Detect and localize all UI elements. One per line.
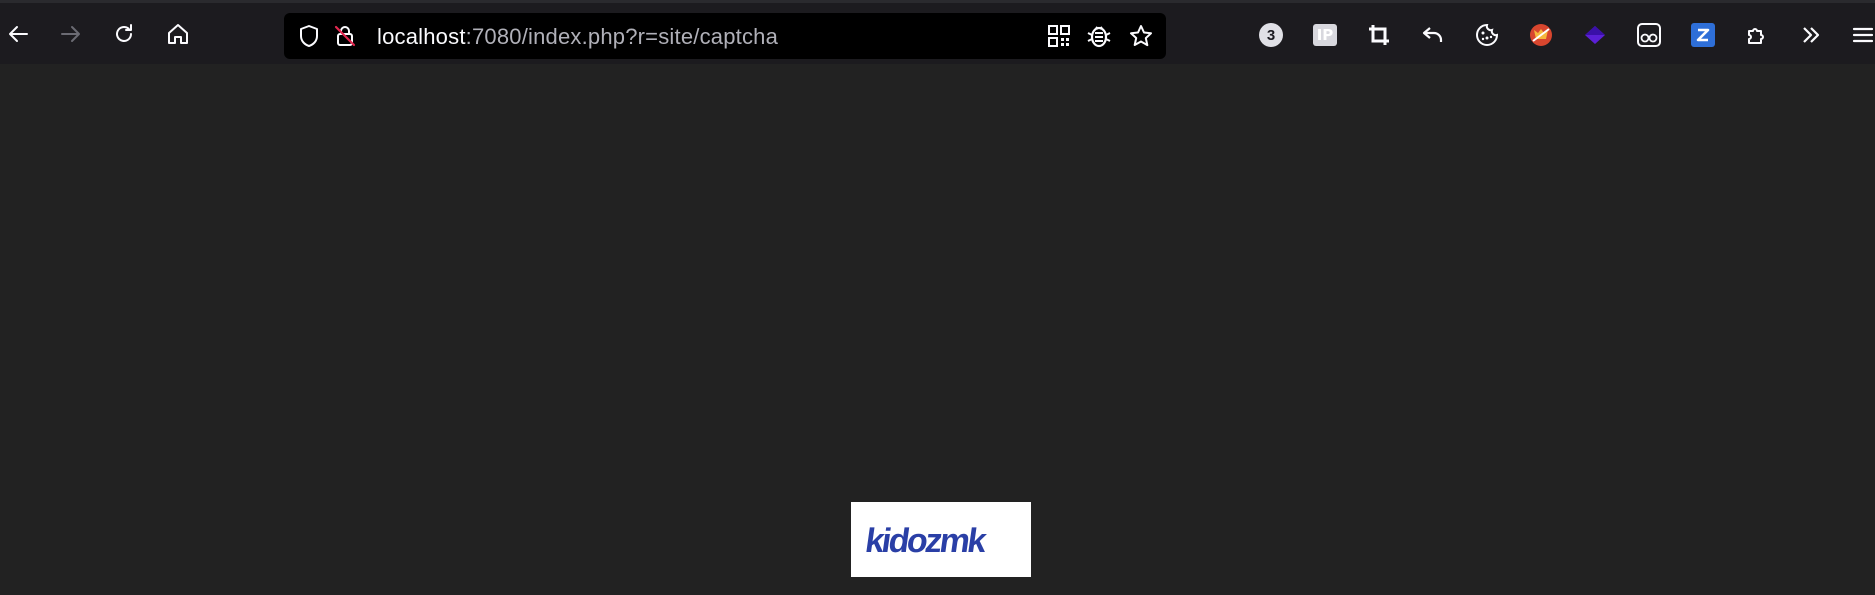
captcha-image[interactable]: kidozmk: [851, 502, 1031, 577]
overflow-chevron-icon[interactable]: [1795, 19, 1827, 51]
shield-icon[interactable]: [296, 23, 322, 49]
puzzle-icon[interactable]: [1741, 19, 1773, 51]
captcha-text-graphic: kidozmk: [863, 522, 990, 560]
reload-icon: [116, 24, 132, 42]
captcha-text: kidozmk: [863, 522, 990, 560]
home-button[interactable]: [161, 17, 195, 51]
forward-button[interactable]: [54, 17, 88, 51]
bug-icon[interactable]: [1086, 23, 1112, 49]
zotero-icon[interactable]: [1687, 19, 1719, 51]
arrow-left-icon: [9, 26, 28, 42]
badge-count: 3: [1259, 23, 1283, 47]
fox-icon[interactable]: [1525, 19, 1557, 51]
cookie-icon[interactable]: [1471, 19, 1503, 51]
back-button[interactable]: [1, 17, 35, 51]
crop-icon[interactable]: [1363, 19, 1395, 51]
ip-label: IP: [1313, 24, 1337, 46]
hamburger-menu-icon[interactable]: [1847, 19, 1875, 51]
insecure-lock-icon[interactable]: [332, 23, 358, 49]
arrow-right-icon: [61, 26, 80, 42]
home-icon: [168, 24, 188, 44]
diamond-icon[interactable]: [1579, 19, 1611, 51]
url-host: localhost: [377, 24, 466, 49]
browser-toolbar: localhost:7080/index.php?r=site/captcha: [0, 0, 1875, 64]
reload-button[interactable]: [107, 17, 141, 51]
undo-icon[interactable]: [1417, 19, 1449, 51]
qr-code-icon[interactable]: [1046, 23, 1072, 49]
star-icon[interactable]: [1128, 23, 1154, 49]
glasses-icon[interactable]: [1633, 19, 1665, 51]
url-path: :7080/index.php?r=site/captcha: [465, 24, 779, 49]
badge-3-icon[interactable]: 3: [1255, 19, 1287, 51]
ip-icon[interactable]: IP: [1309, 19, 1341, 51]
url-text[interactable]: localhost:7080/index.php?r=site/captcha: [377, 24, 778, 50]
address-bar[interactable]: localhost:7080/index.php?r=site/captcha: [284, 13, 1166, 59]
